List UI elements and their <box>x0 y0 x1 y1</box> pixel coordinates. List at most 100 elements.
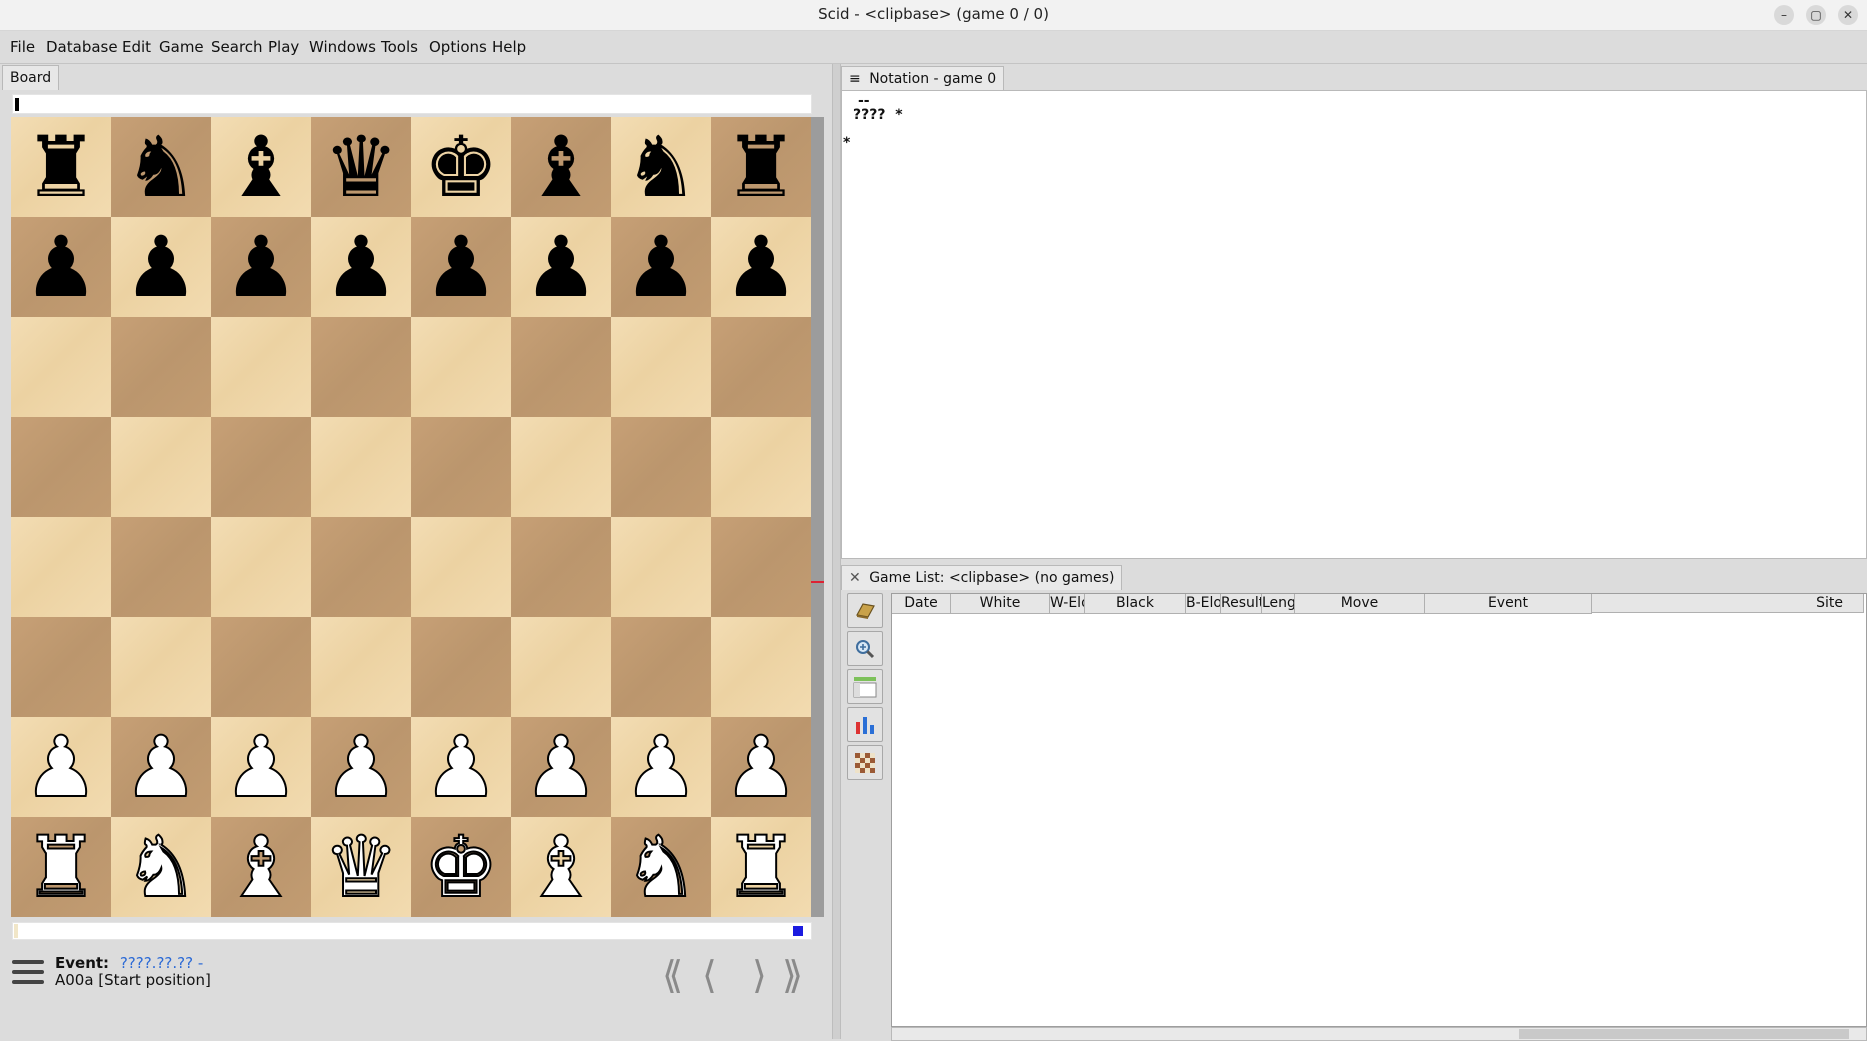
minimize-button[interactable]: – <box>1774 5 1794 25</box>
black-knight-piece[interactable]: ♞ <box>623 125 698 209</box>
menu-search[interactable]: Search <box>211 38 263 56</box>
square-e5[interactable] <box>411 417 511 517</box>
tab-notation[interactable]: ≡ Notation - game 0 <box>841 66 1005 91</box>
col-result[interactable]: Result <box>1221 594 1262 614</box>
black-pawn-piece[interactable]: ♟ <box>223 225 298 309</box>
square-h5[interactable] <box>711 417 811 517</box>
square-h2[interactable]: ♟ <box>711 717 811 817</box>
square-f4[interactable] <box>511 517 611 617</box>
square-c6[interactable] <box>211 317 311 417</box>
white-pawn-piece[interactable]: ♟ <box>322 724 399 810</box>
square-c3[interactable] <box>211 617 311 717</box>
menu-database[interactable]: Database <box>46 38 118 56</box>
square-h8[interactable]: ♜ <box>711 117 811 217</box>
chart-icon[interactable] <box>847 707 883 742</box>
square-g4[interactable] <box>611 517 711 617</box>
zoom-icon[interactable] <box>847 631 883 666</box>
black-pawn-piece[interactable]: ♟ <box>423 225 498 309</box>
square-h7[interactable]: ♟ <box>711 217 811 317</box>
square-h1[interactable]: ♜ <box>711 817 811 917</box>
square-b5[interactable] <box>111 417 211 517</box>
square-d7[interactable]: ♟ <box>311 217 411 317</box>
square-d2[interactable]: ♟ <box>311 717 411 817</box>
square-g2[interactable]: ♟ <box>611 717 711 817</box>
first-move-button[interactable]: ⟪ <box>662 956 683 994</box>
square-f1[interactable]: ♝ <box>511 817 611 917</box>
col-black[interactable]: Black <box>1085 594 1186 614</box>
square-g3[interactable] <box>611 617 711 717</box>
last-move-button[interactable]: ⟫ <box>782 956 803 994</box>
board-input-bar[interactable] <box>12 94 812 114</box>
square-g1[interactable]: ♞ <box>611 817 711 917</box>
square-a7[interactable]: ♟ <box>11 217 111 317</box>
square-a8[interactable]: ♜ <box>11 117 111 217</box>
white-knight-piece[interactable]: ♞ <box>122 824 199 910</box>
maximize-button[interactable]: ▢ <box>1806 5 1826 25</box>
col-site[interactable]: Site <box>1592 594 1864 613</box>
col-belo[interactable]: B-Elo <box>1186 594 1221 614</box>
white-pawn-piece[interactable]: ♟ <box>222 724 299 810</box>
white-queen-piece[interactable]: ♛ <box>322 824 399 910</box>
square-b7[interactable]: ♟ <box>111 217 211 317</box>
square-a3[interactable] <box>11 617 111 717</box>
menu-game[interactable]: Game <box>159 38 204 56</box>
square-h3[interactable] <box>711 617 811 717</box>
square-h6[interactable] <box>711 317 811 417</box>
square-c1[interactable]: ♝ <box>211 817 311 917</box>
square-g5[interactable] <box>611 417 711 517</box>
hamburger-menu-icon[interactable] <box>12 960 44 986</box>
square-e6[interactable] <box>411 317 511 417</box>
square-d4[interactable] <box>311 517 411 617</box>
event-link[interactable]: ????.??.?? - <box>120 954 203 972</box>
white-pawn-piece[interactable]: ♟ <box>722 724 799 810</box>
menu-options[interactable]: Options <box>429 38 487 56</box>
square-b2[interactable]: ♟ <box>111 717 211 817</box>
white-bishop-piece[interactable]: ♝ <box>222 824 299 910</box>
black-pawn-piece[interactable]: ♟ <box>323 225 398 309</box>
square-c4[interactable] <box>211 517 311 617</box>
square-g6[interactable] <box>611 317 711 417</box>
square-f6[interactable] <box>511 317 611 417</box>
black-knight-piece[interactable]: ♞ <box>123 125 198 209</box>
layout-icon[interactable] <box>847 669 883 704</box>
square-a1[interactable]: ♜ <box>11 817 111 917</box>
col-white[interactable]: White <box>951 594 1050 614</box>
scrollbar-thumb[interactable] <box>1519 1029 1849 1039</box>
close-tab-icon[interactable]: ✕ <box>849 570 861 586</box>
black-pawn-piece[interactable]: ♟ <box>23 225 98 309</box>
menu-play[interactable]: Play <box>268 38 299 56</box>
black-pawn-piece[interactable]: ♟ <box>523 225 598 309</box>
menu-tools[interactable]: Tools <box>381 38 418 56</box>
col-event[interactable]: Event <box>1425 594 1592 614</box>
square-c7[interactable]: ♟ <box>211 217 311 317</box>
black-pawn-piece[interactable]: ♟ <box>123 225 198 309</box>
col-length[interactable]: Lengt <box>1262 594 1295 614</box>
col-welo[interactable]: W-Elo <box>1050 594 1085 614</box>
square-e8[interactable]: ♚ <box>411 117 511 217</box>
square-e3[interactable] <box>411 617 511 717</box>
black-pawn-piece[interactable]: ♟ <box>723 225 798 309</box>
square-f7[interactable]: ♟ <box>511 217 611 317</box>
white-pawn-piece[interactable]: ♟ <box>622 724 699 810</box>
square-a2[interactable]: ♟ <box>11 717 111 817</box>
square-b3[interactable] <box>111 617 211 717</box>
square-d1[interactable]: ♛ <box>311 817 411 917</box>
square-a5[interactable] <box>11 417 111 517</box>
col-date[interactable]: Date <box>892 594 951 614</box>
board-icon[interactable] <box>847 745 883 780</box>
square-e1[interactable]: ♚ <box>411 817 511 917</box>
white-knight-piece[interactable]: ♞ <box>622 824 699 910</box>
square-b8[interactable]: ♞ <box>111 117 211 217</box>
white-rook-piece[interactable]: ♜ <box>22 824 99 910</box>
white-king-piece[interactable]: ♚ <box>422 824 499 910</box>
square-g7[interactable]: ♟ <box>611 217 711 317</box>
square-a6[interactable] <box>11 317 111 417</box>
gamelist-table[interactable]: Date White W-Elo Black B-Elo Result Leng… <box>891 593 1867 1027</box>
square-f8[interactable]: ♝ <box>511 117 611 217</box>
chessboard[interactable]: ♜ ♞ ♝ ♛ ♚ ♝ ♞ ♜ ♟ ♟ ♟ ♟ ♟ ♟ ♟ ♟ ♟ ♟ ♟ ♟ … <box>11 117 811 917</box>
next-move-button[interactable]: ⟩ <box>752 956 767 994</box>
square-c5[interactable] <box>211 417 311 517</box>
square-f5[interactable] <box>511 417 611 517</box>
white-pawn-piece[interactable]: ♟ <box>122 724 199 810</box>
square-d8[interactable]: ♛ <box>311 117 411 217</box>
